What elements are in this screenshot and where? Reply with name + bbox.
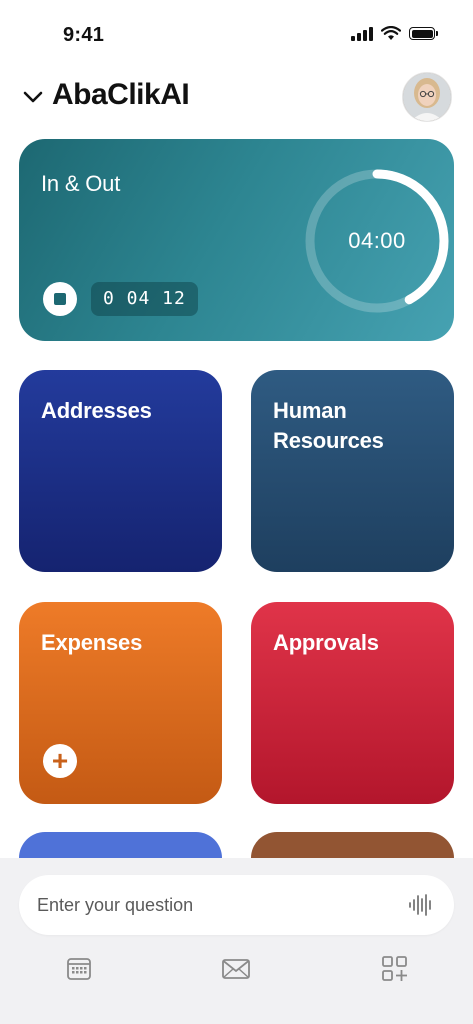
app-title[interactable]: AbaClikAI [52,78,190,112]
status-bar: 9:41 [0,0,473,60]
question-box [19,875,454,935]
human-resources-tile[interactable]: Human Resources [251,370,454,572]
chevron-down-icon[interactable] [22,86,44,108]
voice-waveform-icon[interactable] [408,893,434,917]
approvals-label: Approvals [273,630,379,655]
avatar[interactable] [402,72,452,122]
stop-button[interactable] [43,282,77,316]
approvals-tile[interactable]: Approvals [251,602,454,804]
apps-add-icon[interactable] [380,954,410,984]
human-resources-label: Human Resources [273,398,384,453]
addresses-label: Addresses [41,398,152,423]
expenses-label: Expenses [41,630,143,655]
addresses-tile[interactable]: Addresses [19,370,222,572]
status-time: 9:41 [63,24,105,46]
wifi-icon [381,26,401,40]
in-out-label: In & Out [41,171,121,196]
expenses-tile[interactable]: Expenses + [19,602,222,804]
in-out-card[interactable]: In & Out 04:00 0 04 12 [19,139,454,341]
mail-icon[interactable] [221,954,251,984]
countdown-time: 04:00 [348,228,406,253]
bottom-panel [0,858,473,1024]
elapsed-timer: 0 04 12 [91,282,198,316]
question-input[interactable] [37,875,397,935]
add-expense-button[interactable]: + [43,744,77,778]
cellular-signal-icon [351,26,373,41]
battery-icon [409,27,438,40]
tab-bar [0,954,473,984]
app-header: AbaClikAI [22,72,452,124]
calendar-icon[interactable] [64,954,94,984]
status-icons [351,26,438,41]
stop-icon [54,293,66,305]
